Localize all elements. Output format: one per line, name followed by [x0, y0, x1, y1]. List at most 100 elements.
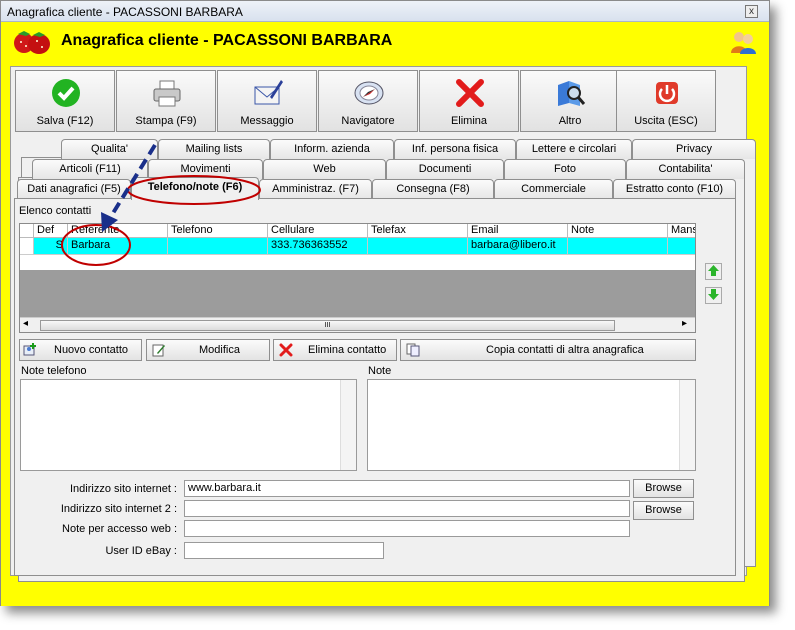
browse-website2-button[interactable]: Browse: [633, 501, 694, 520]
delete-label: Elimina: [450, 115, 488, 127]
contacts-grid[interactable]: Def Referente Telefono Cellulare Telefax…: [19, 223, 696, 333]
tab-persona-fisica[interactable]: Inf. persona fisica: [394, 139, 516, 159]
cell-telefax[interactable]: [368, 238, 468, 254]
close-button[interactable]: x: [745, 5, 758, 18]
window-title: Anagrafica cliente - PACASSONI BARBARA: [7, 5, 243, 19]
tab-qualita[interactable]: Qualita': [61, 139, 158, 159]
table-row[interactable]: S Barbara 333.736363552 barbara@libero.i…: [20, 238, 695, 254]
cell-cellulare[interactable]: 333.736363552: [268, 238, 368, 254]
edit-icon: [152, 344, 165, 357]
strawberries-icon: [14, 31, 50, 54]
column-header-mansione[interactable]: Mans: [668, 224, 695, 238]
more-button[interactable]: Altro: [520, 70, 620, 132]
cell-email[interactable]: barbara@libero.it: [468, 238, 568, 254]
cell-telefono[interactable]: [168, 238, 268, 254]
web-access-notes-label: Note per accesso web :: [62, 523, 177, 535]
arrow-down-icon: [708, 289, 719, 300]
website2-input[interactable]: [184, 500, 630, 517]
horizontal-scrollbar[interactable]: ◂ III ▸: [20, 317, 695, 332]
compass-icon: [354, 81, 384, 105]
print-button[interactable]: Stampa (F9): [116, 70, 216, 132]
save-label: Salva (F12): [36, 115, 94, 127]
tab-consegna[interactable]: Consegna (F8): [372, 179, 494, 199]
column-header-telefax[interactable]: Telefax: [368, 224, 468, 238]
notes-label: Note: [368, 365, 392, 377]
tab-movimenti[interactable]: Movimenti: [148, 159, 263, 179]
delete-button[interactable]: Elimina: [419, 70, 519, 132]
delete-x-icon: [456, 79, 484, 107]
scroll-left-arrow[interactable]: ◂: [23, 318, 28, 329]
phone-notes-scrollbar[interactable]: [340, 380, 356, 470]
column-header-note[interactable]: Note: [568, 224, 668, 238]
tab-foto[interactable]: Foto: [504, 159, 626, 179]
tab-lettere-circolari[interactable]: Lettere e circolari: [516, 139, 632, 159]
notes-scrollbar[interactable]: [679, 380, 695, 470]
tab-estratto-conto[interactable]: Estratto conto (F10): [613, 179, 736, 199]
website-label: Indirizzo sito internet :: [70, 483, 177, 495]
copy-contacts-button[interactable]: Copia contatti di altra anagrafica: [400, 339, 696, 361]
message-label: Messaggio: [240, 115, 294, 127]
tab-inform-azienda[interactable]: Inform. azienda: [270, 139, 394, 159]
column-header-email[interactable]: Email: [468, 224, 568, 238]
save-button[interactable]: Salva (F12): [15, 70, 115, 132]
tab-articoli[interactable]: Articoli (F11): [32, 159, 148, 179]
arrow-up-icon: [708, 265, 719, 276]
browse-website-button[interactable]: Browse: [633, 479, 694, 498]
search-book-icon: [558, 81, 586, 106]
check-icon: [52, 79, 80, 107]
exit-button[interactable]: Uscita (ESC): [616, 70, 716, 132]
new-contact-button[interactable]: Nuovo contatto: [19, 339, 142, 361]
website-input[interactable]: www.barbara.it: [184, 480, 630, 497]
scroll-thumb[interactable]: III: [40, 320, 615, 331]
new-contact-label: Nuovo contatto: [54, 344, 128, 356]
cell-def[interactable]: S: [34, 238, 68, 254]
delete-contact-label: Elimina contatto: [308, 344, 387, 356]
navigator-label: Navigatore: [341, 115, 395, 127]
cell-note[interactable]: [568, 238, 668, 254]
message-button[interactable]: Messaggio: [217, 70, 317, 132]
contacts-section-label: Elenco contatti: [19, 205, 92, 217]
phone-notes-textarea[interactable]: [20, 379, 357, 471]
exit-label: Uscita (ESC): [634, 115, 698, 127]
tab-amministrazione[interactable]: Amministraz. (F7): [259, 179, 372, 199]
tab-contabilita[interactable]: Contabilita': [626, 159, 745, 179]
web-access-notes-input[interactable]: [184, 520, 630, 537]
row-indicator: [20, 238, 34, 254]
phone-notes-label: Note telefono: [21, 365, 87, 377]
column-header-telefono[interactable]: Telefono: [168, 224, 268, 238]
grid-corner: [20, 224, 34, 238]
column-header-referente[interactable]: Referente: [68, 224, 168, 238]
table-row-empty[interactable]: [20, 254, 695, 270]
power-icon: [656, 82, 678, 104]
cell-referente[interactable]: Barbara: [68, 238, 168, 254]
delete-contact-button[interactable]: Elimina contatto: [273, 339, 397, 361]
move-down-button[interactable]: [705, 287, 722, 304]
page-title: Anagrafica cliente - PACASSONI BARBARA: [61, 32, 393, 49]
tab-commerciale[interactable]: Commerciale: [494, 179, 613, 199]
tab-web[interactable]: Web: [263, 159, 386, 179]
column-header-cellulare[interactable]: Cellulare: [268, 224, 368, 238]
copy-icon: [406, 343, 420, 357]
edit-label: Modifica: [199, 344, 240, 356]
envelope-icon: [254, 80, 283, 105]
cell-mansione[interactable]: [668, 238, 695, 254]
title-bar: Anagrafica cliente - PACASSONI BARBARA x: [1, 1, 769, 22]
scroll-right-arrow[interactable]: ▸: [682, 318, 687, 329]
tab-telefono-note[interactable]: Telefono/note (F6): [131, 177, 259, 200]
printer-icon: [153, 80, 181, 107]
ebay-user-input[interactable]: [184, 542, 384, 559]
copy-contacts-label: Copia contatti di altra anagrafica: [486, 344, 644, 356]
edit-button[interactable]: Modifica: [146, 339, 270, 361]
move-up-button[interactable]: [705, 263, 722, 280]
tab-documenti[interactable]: Documenti: [386, 159, 504, 179]
users-icon[interactable]: [730, 30, 756, 54]
tab-dati-anagrafici[interactable]: Dati anagrafici (F5): [17, 179, 131, 199]
tab-mailing-lists[interactable]: Mailing lists: [158, 139, 270, 159]
ebay-user-label: User ID eBay :: [105, 545, 177, 557]
notes-textarea[interactable]: [367, 379, 696, 471]
print-label: Stampa (F9): [135, 115, 197, 127]
delete-x-icon: [279, 343, 293, 357]
tab-privacy[interactable]: Privacy: [632, 139, 756, 159]
navigator-button[interactable]: Navigatore: [318, 70, 418, 132]
column-header-def[interactable]: Def: [34, 224, 68, 238]
